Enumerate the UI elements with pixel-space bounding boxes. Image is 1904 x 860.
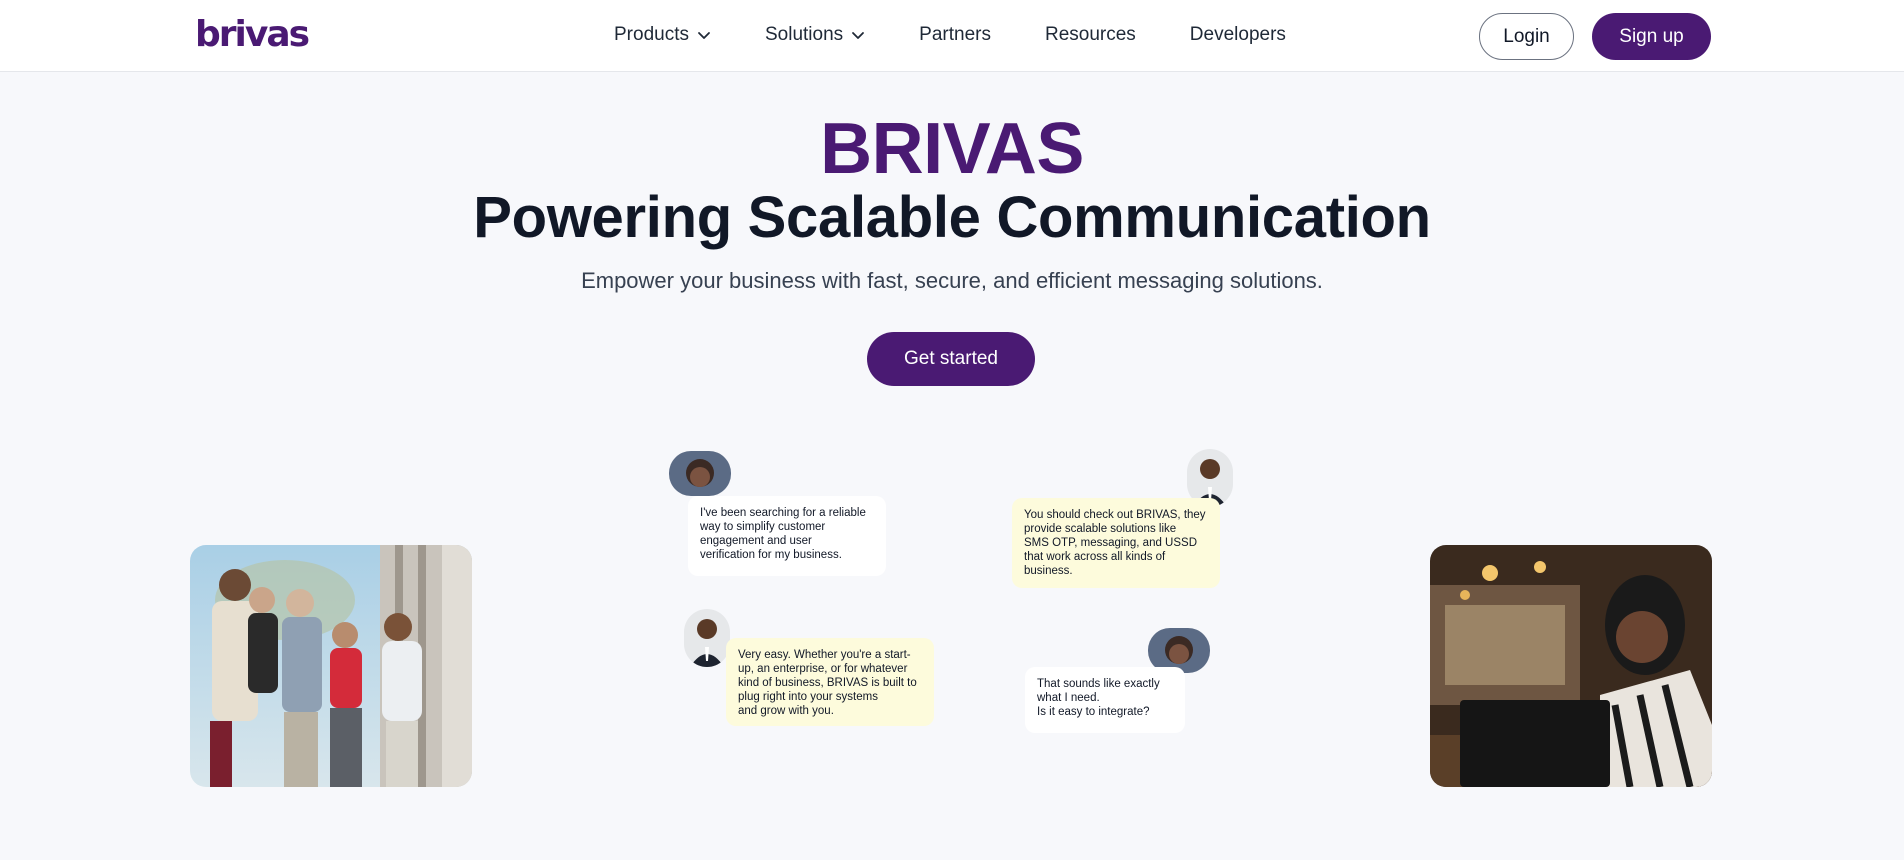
get-started-button[interactable]: Get started: [867, 332, 1035, 386]
hero-subhead: Empower your business with fast, secure,…: [581, 268, 1323, 293]
main-nav: Products Solutions Partners Resources De…: [614, 24, 1340, 46]
chat-bubble: Very easy. Whether you're a start- up, a…: [726, 638, 934, 726]
chevron-down-icon: [698, 32, 710, 39]
nav-item-solutions[interactable]: Solutions: [765, 24, 865, 46]
nav-item-label: Developers: [1189, 24, 1286, 45]
chevron-down-icon: [852, 32, 865, 39]
woman-avatar: [669, 451, 731, 496]
chat-bubble: I've been searching for a reliable way t…: [688, 496, 886, 576]
hero-headline: Powering Scalable Communication: [473, 185, 1431, 250]
nav-item-label: Partners: [919, 24, 991, 45]
nav-item-label: Solutions: [764, 24, 844, 45]
nav-item-developers[interactable]: Developers: [1190, 24, 1286, 46]
top-navbar: brivas Products Solutions Partners Resou…: [0, 0, 1904, 72]
nav-item-products[interactable]: Products: [614, 24, 711, 46]
login-button[interactable]: Login: [1479, 13, 1574, 60]
nav-item-resources[interactable]: Resources: [1045, 24, 1136, 46]
hero-brand-title: BRIVAS: [820, 109, 1084, 189]
nav-item-label: Products: [614, 24, 689, 45]
chat-bubble: That sounds like exactly what I need. Is…: [1025, 667, 1185, 733]
signup-button[interactable]: Sign up: [1592, 13, 1711, 60]
team-phones-photo: [190, 545, 472, 787]
nav-item-label: Resources: [1044, 24, 1136, 45]
brivas-logo[interactable]: brivas: [195, 14, 310, 55]
woman-on-call-photo: [1430, 545, 1712, 787]
chat-bubble: You should check out BRIVAS, they provid…: [1012, 498, 1220, 588]
nav-item-partners[interactable]: Partners: [919, 24, 991, 46]
man-avatar: [684, 609, 730, 667]
